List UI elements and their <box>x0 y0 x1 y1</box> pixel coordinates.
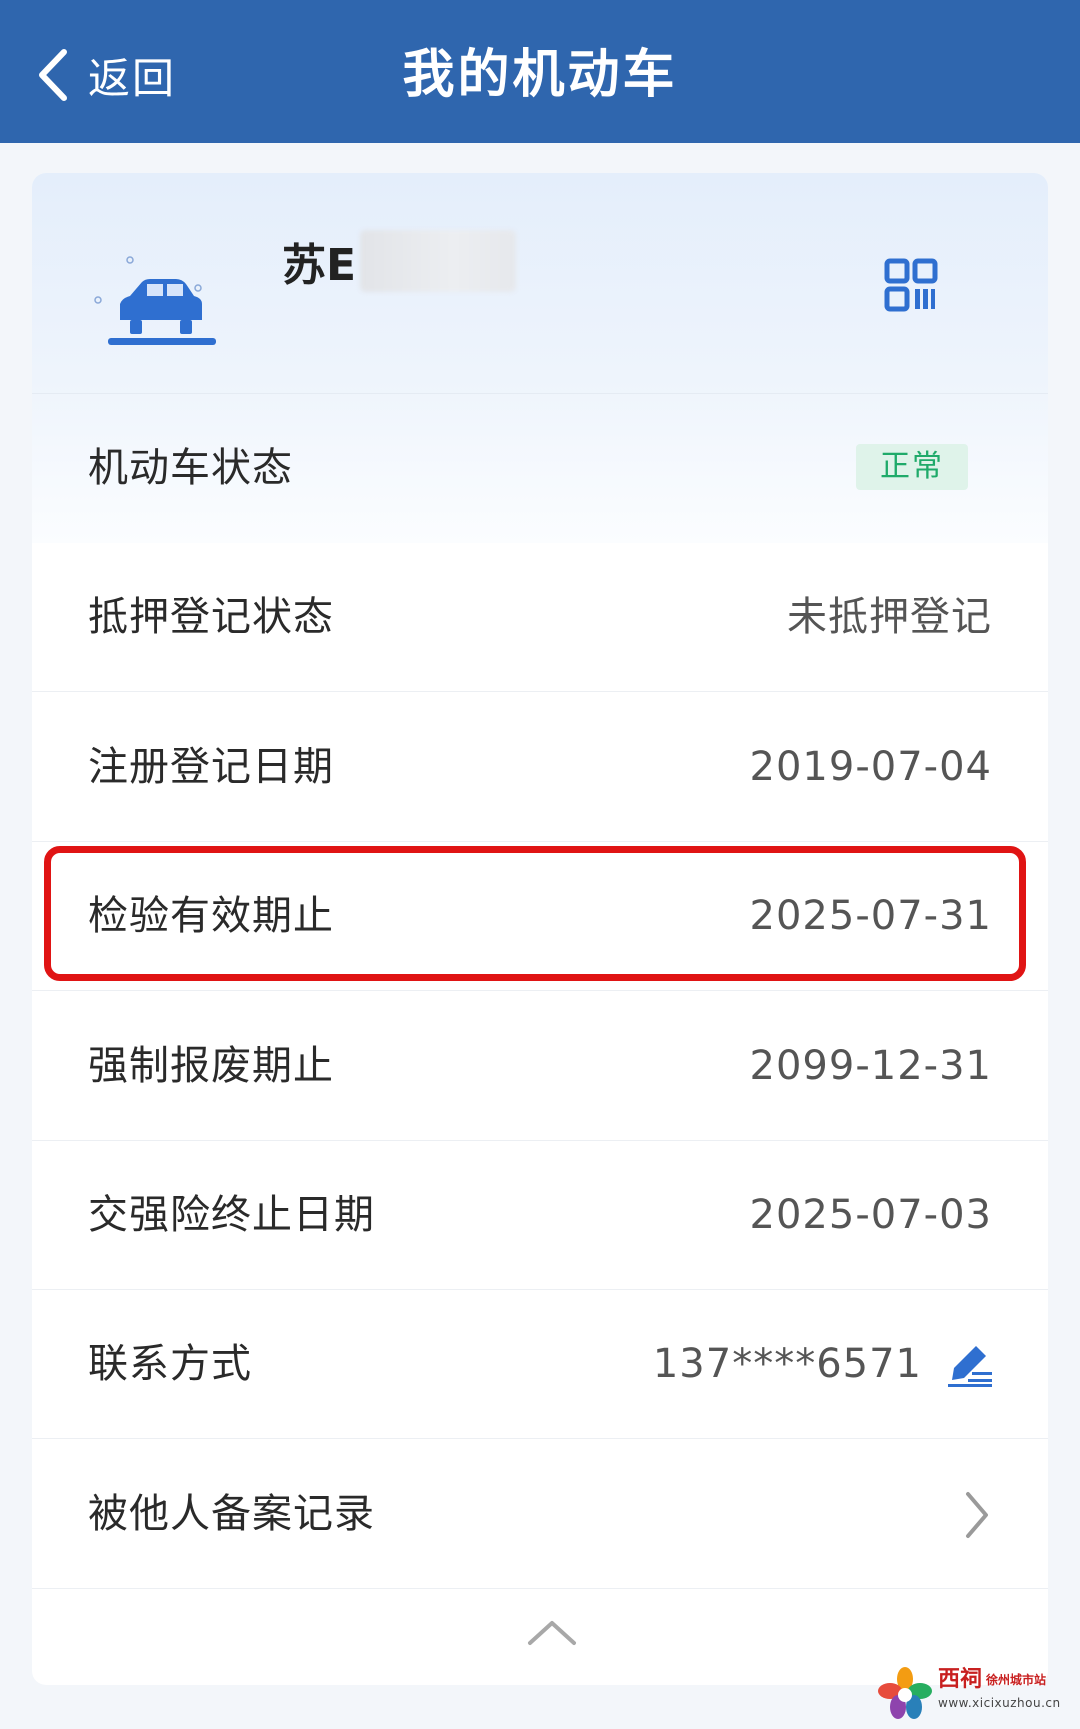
plate-prefix: 苏E <box>282 240 357 291</box>
chevron-up-icon[interactable] <box>520 1613 584 1653</box>
row-inspection-valid-until: 检验有效期止 2025-07-31 <box>32 842 1048 991</box>
row-label: 注册登记日期 <box>88 744 334 790</box>
watermark-brand: 西祠 <box>938 1667 983 1692</box>
plate-number: 苏E <box>282 229 517 293</box>
row-others-record[interactable]: 被他人备案记录 <box>32 1440 1048 1589</box>
row-value: 2025-07-31 <box>749 893 992 939</box>
row-vehicle-status: 机动车状态 正常 <box>32 394 1048 543</box>
row-value: 未抵押登记 <box>787 594 992 640</box>
edit-icon[interactable] <box>946 1342 994 1388</box>
watermark-logo-icon <box>878 1667 932 1719</box>
qr-code-icon[interactable] <box>884 258 938 312</box>
watermark: 西祠 徐州城市站 www.xicixuzhou.cn <box>876 1665 1076 1725</box>
car-icon <box>94 256 216 345</box>
row-mortgage-status: 抵押登记状态 未抵押登记 <box>32 543 1048 692</box>
row-value: 2099-12-31 <box>749 1043 992 1089</box>
row-value: 2019-07-04 <box>749 744 992 790</box>
row-label: 抵押登记状态 <box>88 594 334 640</box>
row-registration-date: 注册登记日期 2019-07-04 <box>32 693 1048 842</box>
phone-value: 137****6571 <box>652 1341 922 1387</box>
row-scrap-deadline: 强制报废期止 2099-12-31 <box>32 992 1048 1141</box>
row-value: 2025-07-03 <box>749 1192 992 1238</box>
watermark-url: www.xicixuzhou.cn <box>938 1696 1061 1710</box>
row-label: 强制报废期止 <box>88 1043 334 1089</box>
top-bar: 返回 我的机动车 <box>0 0 1080 143</box>
watermark-site: 徐州城市站 <box>986 1673 1047 1687</box>
status-badge: 正常 <box>856 444 968 490</box>
row-contact: 联系方式 137****6571 <box>32 1290 1048 1439</box>
vehicle-card: 苏E 机动车状态 正常 抵押登记状态 未抵押登记 注册登记日期 2019-07-… <box>32 173 1048 1685</box>
row-label: 交强险终止日期 <box>88 1192 375 1238</box>
row-label: 被他人备案记录 <box>88 1491 375 1537</box>
row-label: 检验有效期止 <box>88 893 334 939</box>
row-insurance-end-date: 交强险终止日期 2025-07-03 <box>32 1141 1048 1290</box>
plate-redacted <box>360 230 517 292</box>
chevron-right-icon <box>966 1492 988 1538</box>
page-title: 我的机动车 <box>402 45 678 105</box>
row-label: 联系方式 <box>88 1341 252 1387</box>
row-label: 机动车状态 <box>88 445 293 491</box>
